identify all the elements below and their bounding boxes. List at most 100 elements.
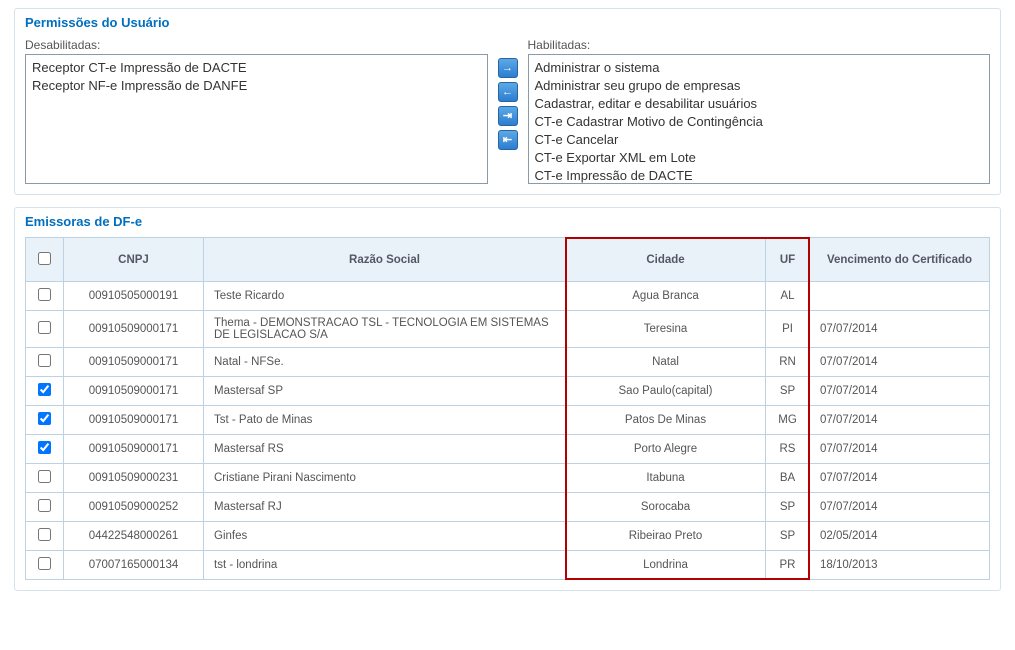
row-checkbox[interactable] xyxy=(38,321,51,334)
cell-check xyxy=(26,522,64,551)
row-checkbox[interactable] xyxy=(38,557,51,570)
move-right-button[interactable]: → xyxy=(498,58,518,78)
table-row: 00910509000252Mastersaf RJSorocabaSP07/0… xyxy=(26,493,990,522)
row-checkbox[interactable] xyxy=(38,528,51,541)
enabled-list-item[interactable]: Administrar o sistema xyxy=(535,59,984,77)
permissions-title: Permissões do Usuário xyxy=(25,15,990,30)
cell-check xyxy=(26,377,64,406)
cell-cidade: Natal xyxy=(566,348,766,377)
cell-venc: 18/10/2013 xyxy=(810,551,990,580)
enabled-list-item[interactable]: CT-e Cancelar xyxy=(535,131,984,149)
cell-razao: Teste Ricardo xyxy=(204,282,566,311)
enabled-list-item[interactable]: Cadastrar, editar e desabilitar usuários xyxy=(535,95,984,113)
move-left-button[interactable]: ← xyxy=(498,82,518,102)
cell-uf: AL xyxy=(766,282,810,311)
cell-uf: SP xyxy=(766,377,810,406)
table-row: 00910505000191Teste RicardoAgua BrancaAL xyxy=(26,282,990,311)
cell-cidade: Itabuna xyxy=(566,464,766,493)
cell-razao: Mastersaf RS xyxy=(204,435,566,464)
cell-venc: 02/05/2014 xyxy=(810,522,990,551)
cell-cnpj: 04422548000261 xyxy=(64,522,204,551)
cell-venc: 07/07/2014 xyxy=(810,311,990,348)
disabled-label: Desabilitadas: xyxy=(25,38,488,52)
disabled-listbox[interactable]: Receptor CT-e Impressão de DACTEReceptor… xyxy=(25,54,488,184)
cell-razao: tst - londrina xyxy=(204,551,566,580)
cell-uf: SP xyxy=(766,522,810,551)
cell-check xyxy=(26,551,64,580)
move-left-all-button[interactable]: ⇤ xyxy=(498,130,518,150)
cell-venc: 07/07/2014 xyxy=(810,406,990,435)
row-checkbox[interactable] xyxy=(38,470,51,483)
cell-razao: Cristiane Pirani Nascimento xyxy=(204,464,566,493)
cell-uf: MG xyxy=(766,406,810,435)
cell-venc: 07/07/2014 xyxy=(810,348,990,377)
emitters-title: Emissoras de DF-e xyxy=(25,214,990,229)
cell-uf: PI xyxy=(766,311,810,348)
enabled-column: Habilitadas: Administrar o sistemaAdmini… xyxy=(528,38,991,184)
row-checkbox[interactable] xyxy=(38,441,51,454)
header-cidade: Cidade xyxy=(566,238,766,282)
cell-cnpj: 00910505000191 xyxy=(64,282,204,311)
enabled-list-item[interactable]: CT-e Cadastrar Motivo de Contingência xyxy=(535,113,984,131)
row-checkbox[interactable] xyxy=(38,412,51,425)
cell-razao: Tst - Pato de Minas xyxy=(204,406,566,435)
cell-razao: Thema - DEMONSTRACAO TSL - TECNOLOGIA EM… xyxy=(204,311,566,348)
enabled-listbox[interactable]: Administrar o sistemaAdministrar seu gru… xyxy=(528,54,991,184)
cell-cidade: Sorocaba xyxy=(566,493,766,522)
cell-venc: 07/07/2014 xyxy=(810,464,990,493)
disabled-list-item[interactable]: Receptor CT-e Impressão de DACTE xyxy=(32,59,481,77)
table-row: 00910509000171Mastersaf SPSao Paulo(capi… xyxy=(26,377,990,406)
header-check xyxy=(26,238,64,282)
cell-check xyxy=(26,435,64,464)
cell-cnpj: 00910509000171 xyxy=(64,435,204,464)
cell-uf: SP xyxy=(766,493,810,522)
emitters-table: CNPJ Razão Social Cidade UF Vencimento d… xyxy=(25,237,990,580)
cell-cnpj: 00910509000231 xyxy=(64,464,204,493)
cell-cidade: Ribeirao Preto xyxy=(566,522,766,551)
enabled-list-item[interactable]: CT-e Impressão de DACTE xyxy=(535,167,984,184)
table-row: 00910509000171Mastersaf RSPorto AlegreRS… xyxy=(26,435,990,464)
emitters-table-wrap: CNPJ Razão Social Cidade UF Vencimento d… xyxy=(25,237,990,580)
table-row: 07007165000134tst - londrinaLondrinaPR18… xyxy=(26,551,990,580)
cell-check xyxy=(26,493,64,522)
cell-cnpj: 00910509000171 xyxy=(64,311,204,348)
enabled-list-item[interactable]: Administrar seu grupo de empresas xyxy=(535,77,984,95)
header-razao: Razão Social xyxy=(204,238,566,282)
enabled-list-item[interactable]: CT-e Exportar XML em Lote xyxy=(535,149,984,167)
emitters-panel: Emissoras de DF-e CNPJ Razão Social Cida… xyxy=(14,207,1001,591)
cell-cnpj: 07007165000134 xyxy=(64,551,204,580)
cell-check xyxy=(26,311,64,348)
permissions-panel: Permissões do Usuário Desabilitadas: Rec… xyxy=(14,8,1001,195)
table-row: 00910509000171Tst - Pato de MinasPatos D… xyxy=(26,406,990,435)
header-uf: UF xyxy=(766,238,810,282)
cell-venc: 07/07/2014 xyxy=(810,377,990,406)
table-row: 00910509000171Natal - NFSe.NatalRN07/07/… xyxy=(26,348,990,377)
select-all-checkbox[interactable] xyxy=(38,252,51,265)
cell-check xyxy=(26,406,64,435)
table-row: 00910509000171Thema - DEMONSTRACAO TSL -… xyxy=(26,311,990,348)
cell-cidade: Teresina xyxy=(566,311,766,348)
move-right-all-button[interactable]: ⇥ xyxy=(498,106,518,126)
cell-venc: 07/07/2014 xyxy=(810,493,990,522)
permissions-row: Desabilitadas: Receptor CT-e Impressão d… xyxy=(25,38,990,184)
disabled-column: Desabilitadas: Receptor CT-e Impressão d… xyxy=(25,38,488,184)
row-checkbox[interactable] xyxy=(38,354,51,367)
row-checkbox[interactable] xyxy=(38,383,51,396)
cell-uf: PR xyxy=(766,551,810,580)
table-row: 00910509000231Cristiane Pirani Nasciment… xyxy=(26,464,990,493)
enabled-label: Habilitadas: xyxy=(528,38,991,52)
cell-razao: Ginfes xyxy=(204,522,566,551)
cell-cidade: Patos De Minas xyxy=(566,406,766,435)
cell-cnpj: 00910509000171 xyxy=(64,348,204,377)
disabled-list-item[interactable]: Receptor NF-e Impressão de DANFE xyxy=(32,77,481,95)
cell-razao: Natal - NFSe. xyxy=(204,348,566,377)
table-header-row: CNPJ Razão Social Cidade UF Vencimento d… xyxy=(26,238,990,282)
row-checkbox[interactable] xyxy=(38,288,51,301)
cell-cidade: Londrina xyxy=(566,551,766,580)
cell-razao: Mastersaf SP xyxy=(204,377,566,406)
row-checkbox[interactable] xyxy=(38,499,51,512)
cell-cnpj: 00910509000171 xyxy=(64,377,204,406)
header-cnpj: CNPJ xyxy=(64,238,204,282)
header-venc: Vencimento do Certificado xyxy=(810,238,990,282)
cell-cidade: Agua Branca xyxy=(566,282,766,311)
